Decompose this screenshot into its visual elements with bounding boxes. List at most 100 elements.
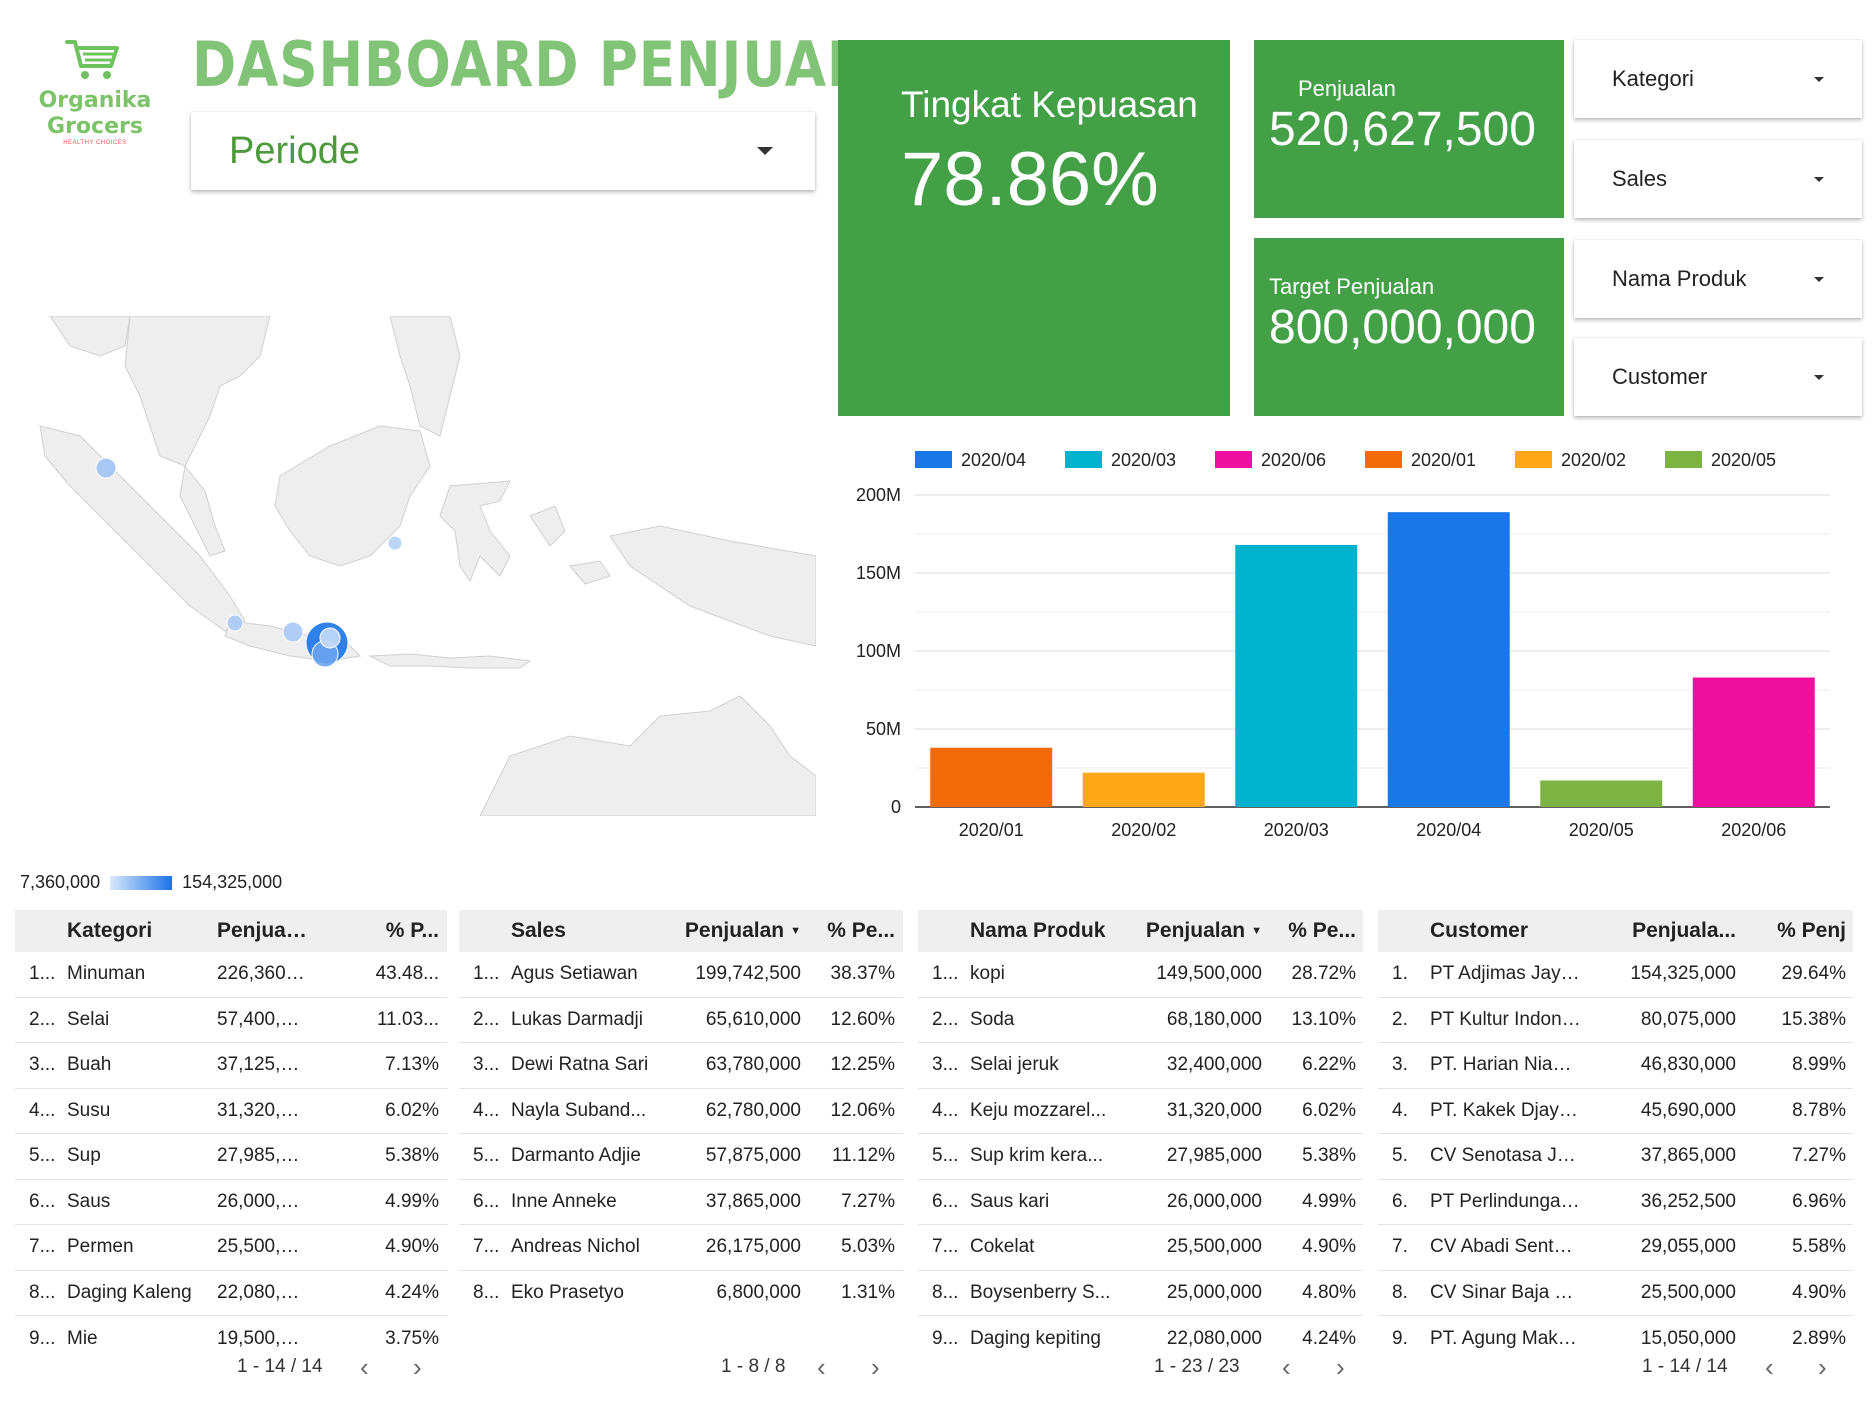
- table-row[interactable]: 8... Boysenberry S... 25,000,000 4.80%: [918, 1271, 1363, 1316]
- next-page-icon[interactable]: ›: [413, 1354, 422, 1380]
- map-bubble[interactable]: [95, 457, 117, 479]
- table-row[interactable]: 1... Minuman 226,360,000 43.48...: [15, 952, 447, 998]
- row-sales-value: 31,320,000: [217, 1099, 313, 1121]
- prev-page-icon[interactable]: ‹: [1282, 1354, 1291, 1380]
- column-header[interactable]: Nama Produk: [966, 919, 1116, 943]
- bar-2020-04[interactable]: [1387, 512, 1510, 807]
- pager-range: 1 - 23 / 23: [1154, 1356, 1240, 1377]
- legend-swatch: [1215, 451, 1252, 468]
- row-index: 4...: [29, 1099, 56, 1121]
- row-percent: 43.48...: [375, 963, 439, 985]
- legend-swatch: [1515, 451, 1552, 468]
- table-row[interactable]: 2... Lukas Darmadji 65,610,000 12.60%: [459, 998, 903, 1043]
- table-row[interactable]: 3... Selai jeruk 32,400,000 6.22%: [918, 1043, 1363, 1089]
- map-bubble[interactable]: [226, 614, 244, 632]
- periode-dropdown[interactable]: Periode: [191, 112, 815, 190]
- table-row[interactable]: 6... Inne Anneke 37,865,000 7.27%: [459, 1180, 903, 1225]
- next-page-icon[interactable]: ›: [871, 1354, 880, 1380]
- column-header[interactable]: % Pe...: [809, 919, 899, 943]
- bar-2020-03[interactable]: [1235, 544, 1358, 807]
- table-row[interactable]: 3. PT. Harian Niagara 46,830,000 8.99%: [1378, 1043, 1853, 1089]
- brand-name: Organika Grocers: [38, 88, 152, 139]
- table-row[interactable]: 2... Selai 57,400,000 11.03...: [15, 998, 447, 1043]
- table-row[interactable]: 8... Daging Kaleng 22,080,000 4.24%: [15, 1271, 447, 1316]
- bar-2020-01[interactable]: [930, 747, 1053, 807]
- sales-filter[interactable]: Sales: [1574, 140, 1862, 218]
- nama-produk-filter[interactable]: Nama Produk: [1574, 240, 1862, 318]
- column-header[interactable]: % Penj: [1744, 919, 1850, 943]
- row-label: Dewi Ratna Sari: [511, 1054, 649, 1076]
- legend-item[interactable]: 2020/03: [1065, 450, 1176, 470]
- table-row[interactable]: 3... Dewi Ratna Sari 63,780,000 12.25%: [459, 1043, 903, 1089]
- table-row[interactable]: 6. PT Perlindungan G... 36,252,500 6.96%: [1378, 1180, 1853, 1225]
- prev-page-icon[interactable]: ‹: [817, 1354, 826, 1380]
- map-bubble[interactable]: [319, 627, 341, 649]
- sales-bar-chart[interactable]: 0 50M 100M 150M 200M 2020/01 2020/02 2020/03 202…: [840, 440, 1860, 860]
- map-bubble[interactable]: [282, 621, 304, 643]
- table-row[interactable]: 4... Nayla Suband... 62,780,000 12.06%: [459, 1089, 903, 1134]
- map-bubble[interactable]: [387, 535, 403, 551]
- row-sales-value: 68,180,000: [1166, 1008, 1262, 1030]
- row-sales-value: 154,325,000: [1630, 963, 1736, 985]
- table-row[interactable]: 7... Cokelat 25,500,000 4.90%: [918, 1225, 1363, 1271]
- table-row[interactable]: 8... Eko Prasetyo 6,800,000 1.31%: [459, 1271, 903, 1317]
- table-row[interactable]: 1... Agus Setiawan 199,742,500 38.37%: [459, 952, 903, 998]
- legend-item[interactable]: 2020/02: [1515, 450, 1626, 470]
- kpi-label: Target Penjualan: [1269, 274, 1435, 299]
- row-sales-value: 27,985,000: [217, 1145, 313, 1167]
- column-header[interactable]: Kategori: [63, 919, 213, 943]
- column-header[interactable]: Penjuala...: [1590, 919, 1740, 943]
- table-row[interactable]: 7... Andreas Nichol 26,175,000 5.03%: [459, 1225, 903, 1271]
- row-label: Andreas Nichol: [511, 1236, 640, 1258]
- table-row[interactable]: 7... Permen 25,500,000 4.90%: [15, 1225, 447, 1271]
- column-header[interactable]: Penjualan...: [213, 919, 313, 943]
- row-sales-value: 36,252,500: [1640, 1190, 1736, 1212]
- table-row[interactable]: 2. PT Kultur Indonesi... 80,075,000 15.38%: [1378, 998, 1853, 1043]
- bar-2020-05[interactable]: [1540, 780, 1663, 807]
- row-percent: 5.38%: [385, 1145, 439, 1167]
- customer-filter[interactable]: Customer: [1574, 338, 1862, 416]
- table-row[interactable]: 4... Keju mozzarel... 31,320,000 6.02%: [918, 1089, 1363, 1134]
- kategori-filter[interactable]: Kategori: [1574, 40, 1862, 118]
- sales-table[interactable]: Sales Penjualan ▼% Pe... 1... Agus Setiawan 1…: [459, 910, 903, 1388]
- row-index: 2.: [1392, 1008, 1408, 1030]
- row-sales-value: 199,742,500: [695, 963, 801, 985]
- column-header[interactable]: % Pe...: [1270, 919, 1360, 943]
- row-sales-value: 26,000,000: [217, 1190, 313, 1212]
- customer-table[interactable]: Customer Penjuala... % Penj 1. PT Adjimas Ja…: [1378, 910, 1853, 1388]
- table-row[interactable]: 5... Sup 27,985,000 5.38%: [15, 1134, 447, 1180]
- legend-item[interactable]: 2020/01: [1365, 450, 1476, 470]
- row-label: Daging Kaleng: [67, 1281, 192, 1303]
- kategori-table[interactable]: Kategori Penjualan... % P... 1... Minuman 226…: [15, 910, 447, 1388]
- prev-page-icon[interactable]: ‹: [360, 1354, 369, 1380]
- column-header[interactable]: Sales: [507, 919, 657, 943]
- table-row[interactable]: 8. CV Sinar Baja Tera... 25,500,000 4.90%: [1378, 1271, 1853, 1316]
- column-header[interactable]: % P...: [317, 919, 443, 943]
- next-page-icon[interactable]: ›: [1336, 1354, 1345, 1380]
- legend-item[interactable]: 2020/05: [1665, 450, 1776, 470]
- nama-produk-table[interactable]: Nama Produk Penjualan ▼ % Pe... 1... kopi 149,…: [918, 910, 1363, 1388]
- bar-2020-02[interactable]: [1082, 772, 1205, 807]
- table-row[interactable]: 1... kopi 149,500,000 28.72%: [918, 952, 1363, 998]
- column-header[interactable]: Penjualan ▼: [1116, 919, 1266, 943]
- column-header[interactable]: Customer: [1426, 919, 1586, 943]
- table-row[interactable]: 6... Saus 26,000,000 4.99%: [15, 1180, 447, 1225]
- row-percent: 4.90%: [1792, 1281, 1846, 1303]
- legend-item[interactable]: 2020/06: [1215, 450, 1326, 470]
- prev-page-icon[interactable]: ‹: [1765, 1354, 1774, 1380]
- table-row[interactable]: 3... Buah 37,125,000 7.13%: [15, 1043, 447, 1089]
- table-row[interactable]: 2... Soda 68,180,000 13.10%: [918, 998, 1363, 1043]
- table-row[interactable]: 5... Darmanto Adjie 57,875,000 11.12%: [459, 1134, 903, 1180]
- table-row[interactable]: 6... Saus kari 26,000,000 4.99%: [918, 1180, 1363, 1225]
- table-row[interactable]: 5... Sup krim kera... 27,985,000 5.38%: [918, 1134, 1363, 1180]
- legend-item[interactable]: 2020/04: [915, 450, 1026, 470]
- table-row[interactable]: 7. CV Abadi Sentosa 29,055,000 5.58%: [1378, 1225, 1853, 1271]
- next-page-icon[interactable]: ›: [1818, 1354, 1827, 1380]
- table-row[interactable]: 4. PT. Kakek Djaya A... 45,690,000 8.78%: [1378, 1089, 1853, 1134]
- column-header[interactable]: Penjualan ▼: [657, 919, 805, 943]
- geo-map[interactable]: [10, 316, 816, 816]
- table-row[interactable]: 4... Susu 31,320,000 6.02%: [15, 1089, 447, 1134]
- table-row[interactable]: 5. CV Senotasa Jaya 37,865,000 7.27%: [1378, 1134, 1853, 1180]
- table-row[interactable]: 1. PT Adjimas Jaya ... 154,325,000 29.64%: [1378, 952, 1853, 998]
- bar-2020-06[interactable]: [1692, 677, 1815, 807]
